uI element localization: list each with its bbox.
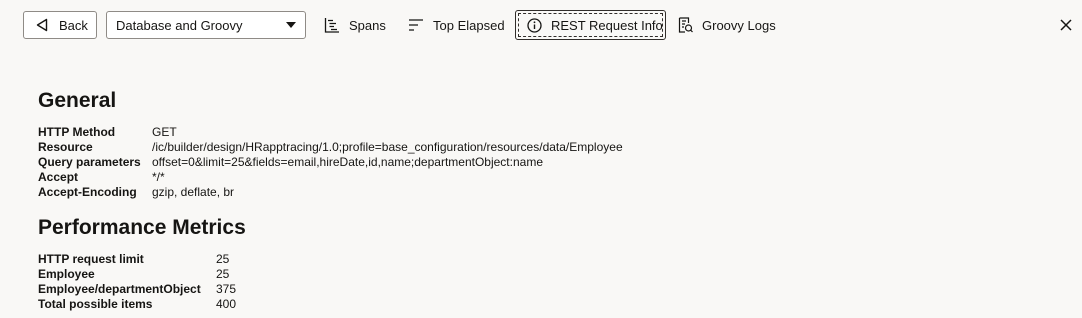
info-icon: [527, 17, 542, 33]
metric-label: Employee/departmentObject: [38, 282, 201, 296]
property-label: Query parameters: [38, 155, 141, 169]
metric-row: Total possible items 400: [38, 297, 236, 312]
triangle-left-icon: [36, 18, 48, 32]
performance-metrics: HTTP request limit 25 Employee 25 Employ…: [38, 252, 236, 312]
rest-request-info-button[interactable]: REST Request Info: [515, 10, 666, 40]
groovy-logs-label: Groovy Logs: [702, 17, 776, 33]
property-row: Resource /ic/builder/design/HRapptracing…: [38, 140, 623, 155]
close-icon: [1060, 19, 1072, 31]
performance-metrics-heading: Performance Metrics: [38, 216, 246, 239]
top-elapsed-label: Top Elapsed: [433, 17, 505, 33]
property-row: Query parameters offset=0&limit=25&field…: [38, 155, 623, 170]
back-label: Back: [59, 17, 88, 33]
property-value: GET: [152, 125, 177, 139]
spans-label: Spans: [349, 17, 386, 33]
property-row: Accept-Encoding gzip, deflate, br: [38, 185, 623, 200]
groovy-logs-button[interactable]: Groovy Logs: [678, 11, 776, 39]
back-button[interactable]: Back: [23, 11, 97, 39]
close-button[interactable]: [1059, 18, 1073, 32]
property-label: Accept: [38, 170, 79, 184]
metric-value: 25: [216, 267, 230, 281]
property-value: */*: [152, 170, 165, 184]
property-value: offset=0&limit=25&fields=email,hireDate,…: [152, 155, 543, 169]
property-value: gzip, deflate, br: [152, 185, 235, 199]
metric-row: Employee/departmentObject 375: [38, 282, 236, 297]
property-row: Accept */*: [38, 170, 623, 185]
sort-lines-icon: [409, 19, 423, 31]
property-row: HTTP Method GET: [38, 125, 623, 140]
metric-label: HTTP request limit: [38, 252, 144, 266]
spans-button[interactable]: Spans: [324, 11, 386, 39]
metric-value: 400: [216, 297, 237, 311]
metric-value: 375: [216, 282, 237, 296]
filter-select-value: Database and Groovy: [116, 17, 243, 33]
metric-value: 25: [216, 252, 230, 266]
general-heading: General: [38, 89, 117, 112]
general-properties: HTTP Method GET Resource /ic/builder/des…: [38, 125, 623, 200]
top-elapsed-button[interactable]: Top Elapsed: [408, 11, 505, 39]
toolbar: Back Database and Groovy Spans Top Elaps…: [0, 0, 1082, 52]
property-label: Resource: [38, 140, 93, 154]
filter-select[interactable]: Database and Groovy: [106, 11, 306, 39]
log-file-icon: [678, 17, 693, 33]
metric-row: Employee 25: [38, 267, 236, 282]
property-label: HTTP Method: [38, 125, 116, 139]
metric-label: Total possible items: [38, 297, 153, 311]
metric-row: HTTP request limit 25: [38, 252, 236, 267]
spans-icon: [324, 18, 339, 33]
rest-request-info-panel: General HTTP Method GET Resource /ic/bui…: [38, 89, 623, 311]
chevron-down-icon: [286, 22, 296, 28]
property-label: Accept-Encoding: [38, 185, 137, 199]
metric-label: Employee: [38, 267, 95, 281]
property-value: /ic/builder/design/HRapptracing/1.0;prof…: [152, 140, 623, 154]
rest-request-info-label: REST Request Info: [551, 17, 663, 33]
